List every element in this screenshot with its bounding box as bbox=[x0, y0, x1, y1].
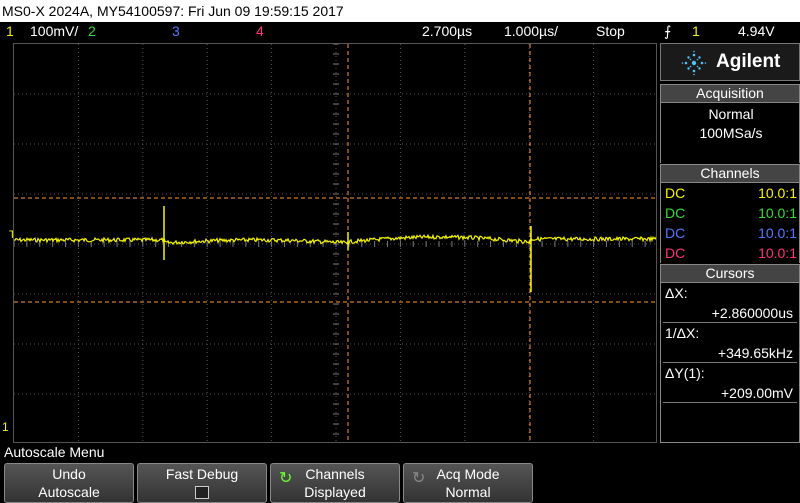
ch1-ground-marker[interactable]: 1 bbox=[2, 420, 9, 434]
brand-logo: Agilent bbox=[660, 43, 800, 81]
trigger-source: 1 bbox=[692, 23, 700, 39]
sample-rate: 100MSa/s bbox=[699, 125, 763, 141]
softkey-label-2: Autoscale bbox=[38, 484, 100, 500]
window-title: MS0-X 2024A, MY54100597: Fri Jun 09 19:5… bbox=[0, 0, 800, 22]
graticule bbox=[14, 44, 656, 442]
channel-row-2: DC 10.0:1 bbox=[661, 203, 800, 223]
acquisition-header: Acquisition bbox=[660, 84, 800, 103]
cursor-inv-dx-value: +349.65kHz bbox=[717, 345, 793, 361]
cursor-divider bbox=[663, 362, 797, 363]
cursor-dy-label: ΔY(1): bbox=[665, 365, 705, 381]
ch3-probe: 10.0:1 bbox=[758, 225, 797, 241]
ch1-probe: 10.0:1 bbox=[758, 185, 797, 201]
channel-row-4: DC 10.0:1 bbox=[661, 243, 800, 263]
run-state[interactable]: Stop bbox=[596, 22, 625, 41]
ch3-coupling: DC bbox=[665, 225, 686, 241]
status-bar: 1 100mV/ 2 3 4 2.700µs 1.000µs/ Stop ⨍ 1… bbox=[0, 22, 800, 41]
cursor-dy-value: +209.00mV bbox=[721, 385, 793, 401]
side-panel: Agilent Acquisition Normal 100MSa/s Chan… bbox=[660, 43, 800, 443]
ch1-coupling: DC bbox=[665, 185, 686, 201]
trigger-level[interactable]: 4.94V bbox=[738, 22, 775, 41]
ch1-scale[interactable]: 100mV/ bbox=[30, 22, 78, 41]
softkey-label-1: Fast Debug bbox=[165, 466, 239, 482]
channels-displayed-button[interactable]: ↻ Channels Displayed bbox=[270, 463, 400, 503]
fast-debug-button[interactable]: Fast Debug bbox=[137, 463, 267, 503]
ch2-number[interactable]: 2 bbox=[88, 22, 96, 41]
ch1-number[interactable]: 1 bbox=[6, 22, 14, 41]
undo-autoscale-button[interactable]: Undo Autoscale bbox=[4, 463, 134, 503]
time-scale[interactable]: 1.000µs/ bbox=[504, 22, 558, 41]
cursor-dx-value: +2.860000us bbox=[711, 305, 793, 321]
acq-mode-button[interactable]: ↻ Acq Mode Normal bbox=[403, 463, 533, 503]
acquisition-section: Normal 100MSa/s bbox=[660, 103, 800, 163]
softkey-bar: Undo Autoscale Fast Debug ↻ Channels Dis… bbox=[0, 462, 800, 503]
ch2-probe: 10.0:1 bbox=[758, 205, 797, 221]
softkey-label-1: Undo bbox=[52, 466, 86, 482]
time-offset[interactable]: 2.700µs bbox=[422, 22, 472, 41]
cursor-dx-label: ΔX: bbox=[665, 285, 688, 301]
cursor-divider bbox=[663, 402, 797, 403]
softkey-label-2: Displayed bbox=[304, 484, 366, 500]
waveform-display[interactable] bbox=[13, 43, 657, 443]
agilent-spark-icon bbox=[681, 50, 707, 76]
cursor-inv-dx-label: 1/ΔX: bbox=[665, 325, 700, 341]
ch4-probe: 10.0:1 bbox=[758, 245, 797, 261]
channels-section: DC 10.0:1 DC 10.0:1 DC 10.0:1 DC 10.0:1 bbox=[660, 183, 800, 263]
channel-row-1: DC 10.0:1 bbox=[661, 183, 800, 203]
acquisition-mode: Normal bbox=[708, 106, 754, 122]
cursors-section: ΔX: +2.860000us 1/ΔX: +349.65kHz ΔY(1): … bbox=[660, 283, 800, 443]
fast-debug-checkbox[interactable] bbox=[195, 486, 209, 499]
trigger-edge-icon: ⨍ bbox=[664, 23, 672, 39]
brand-name: Agilent bbox=[716, 51, 781, 72]
cursors-header: Cursors bbox=[660, 264, 800, 283]
channel-row-3: DC 10.0:1 bbox=[661, 223, 800, 243]
ch3-number[interactable]: 3 bbox=[172, 22, 180, 41]
cursor-divider bbox=[663, 322, 797, 323]
channels-header: Channels bbox=[660, 164, 800, 183]
menu-title: Autoscale Menu bbox=[0, 443, 800, 462]
softkey-label-1: Acq Mode bbox=[436, 466, 500, 482]
ch4-number[interactable]: 4 bbox=[256, 22, 264, 41]
ch4-coupling: DC bbox=[665, 245, 686, 261]
softkey-label-1: Channels bbox=[305, 466, 365, 482]
ch2-coupling: DC bbox=[665, 205, 686, 221]
softkey-label-2: Normal bbox=[445, 484, 491, 500]
